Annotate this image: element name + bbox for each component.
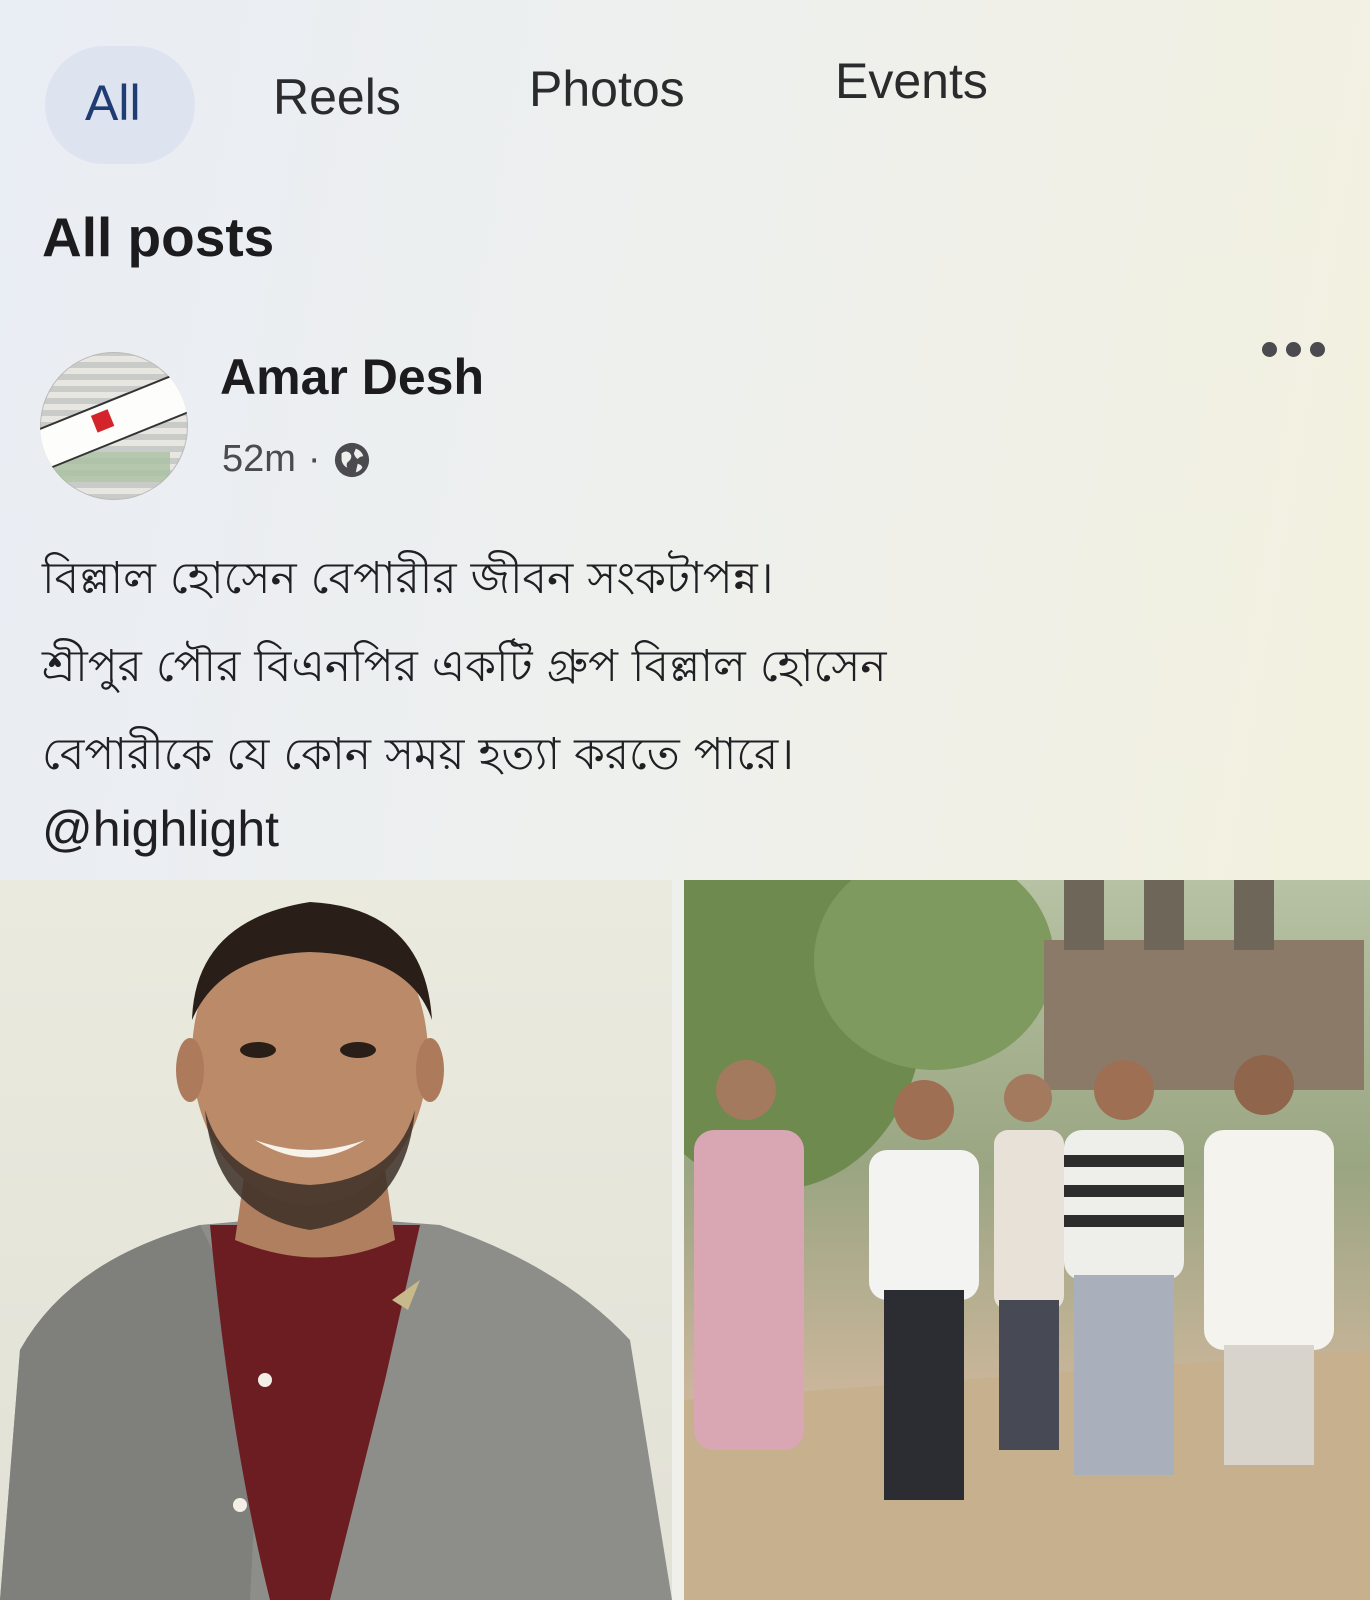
avatar[interactable] xyxy=(40,352,188,500)
post-meta: 52m · xyxy=(222,438,371,481)
campaign-illustration xyxy=(684,880,1370,1600)
more-options-icon[interactable] xyxy=(1262,342,1325,357)
more-dot xyxy=(1262,342,1277,357)
globe-icon xyxy=(334,442,369,477)
campaign-photo[interactable] xyxy=(684,880,1370,1600)
tab-photos[interactable]: Photos xyxy=(529,60,685,118)
more-dot xyxy=(1286,342,1301,357)
post-text-line: বেপারীকে যে কোন সময় হত্যা করতে পারে। xyxy=(42,729,794,780)
meta-separator: · xyxy=(307,438,321,480)
tab-events[interactable]: Events xyxy=(835,52,988,110)
more-dot xyxy=(1310,342,1325,357)
post-time[interactable]: 52m xyxy=(222,438,296,481)
tab-all[interactable]: All xyxy=(85,74,141,132)
tab-reels[interactable]: Reels xyxy=(273,68,401,126)
filter-tabs: All Reels Photos Events xyxy=(45,38,1045,164)
post-text-line: শ্রীপুর পৌর বিএনপির একটি গ্রুপ বিল্লাল হ… xyxy=(42,641,887,692)
highlight-mention[interactable]: @highlight xyxy=(42,800,279,858)
post-text: বিল্লাল হোসেন বেপারীর জীবন সংকটাপন্ন। শ্… xyxy=(42,535,1282,799)
page-name[interactable]: Amar Desh xyxy=(220,348,484,406)
avatar-logo-mark xyxy=(90,409,115,433)
post-text-line: বিল্লাল হোসেন বেপারীর জীবন সংকটাপন্ন। xyxy=(42,553,774,604)
portrait-illustration xyxy=(0,902,672,1600)
section-title: All posts xyxy=(42,206,275,268)
portrait-photo[interactable] xyxy=(0,880,672,1600)
